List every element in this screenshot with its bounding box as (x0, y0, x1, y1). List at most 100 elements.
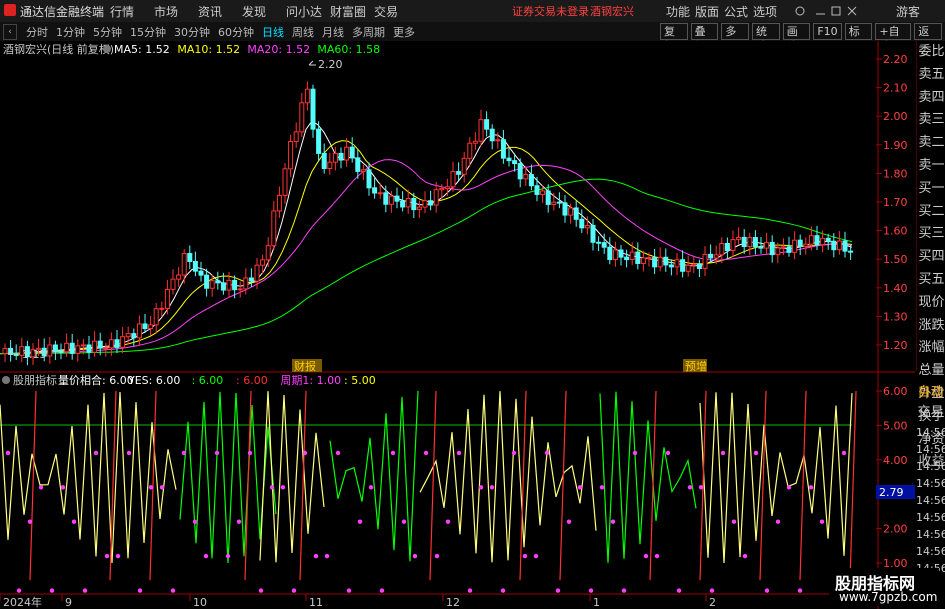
ma-settings-icon[interactable] (103, 45, 111, 53)
mark-button[interactable]: 标记 (844, 23, 873, 53)
side-tab-14[interactable]: 总量 (917, 360, 945, 383)
f10-button[interactable]: F10 (813, 23, 842, 40)
adjust-button[interactable]: 复权 (660, 23, 688, 53)
price-tick-label: 1.50 (883, 253, 908, 266)
guest-label[interactable]: 游客 (896, 3, 920, 20)
candle-body (344, 146, 350, 161)
candle-body (416, 206, 422, 211)
menu-item-market[interactable]: 市场 (154, 3, 198, 20)
candle-body (495, 139, 501, 142)
nav-left-button[interactable]: ‹ (3, 24, 17, 40)
candle-body (120, 336, 126, 348)
side-tab-7[interactable]: 买二 (917, 201, 945, 224)
indicator-dot (104, 553, 110, 559)
indicator-dot (159, 485, 165, 490)
side-tab-auto[interactable]: 自动 (916, 383, 945, 403)
candle-body (204, 274, 210, 289)
indicator-dot (467, 588, 473, 593)
login-notice[interactable]: 证券交易未登录 (512, 3, 589, 19)
menu-item-discover[interactable]: 发现 (242, 3, 286, 20)
candle-body (696, 263, 702, 269)
candle-body (103, 347, 109, 350)
indicator-dot (676, 588, 682, 593)
stock-chart[interactable]: 酒钢宏兴(日线 前复权) MA5: 1.52 MA10: 1.52 MA20: 1.… (0, 41, 915, 609)
candle-body (243, 277, 249, 290)
watermark-url: www.7gpzb.com (839, 590, 938, 604)
tab-daily[interactable]: 日线 (258, 24, 288, 40)
side-tab-8[interactable]: 买三 (917, 223, 945, 246)
candle-body (769, 241, 775, 256)
candle-body (820, 237, 826, 246)
indicator-dot (346, 588, 352, 593)
candle-body (607, 246, 613, 261)
trade-time-list: 14:56 14:56 14:56 14:56 14:56 14:56 14:56 14:56… (916, 424, 945, 577)
price-tick-label: 2.20 (883, 53, 908, 66)
side-tab-9[interactable]: 买四 (917, 246, 945, 269)
stats-button[interactable]: 统计 (752, 23, 780, 53)
ma-legend-ma20: MA20: 1.52 (247, 43, 310, 56)
trade-time: 14:56 (916, 545, 945, 558)
menu-item-trade[interactable]: 交易 (374, 3, 418, 20)
tab-5min[interactable]: 5分钟 (89, 24, 126, 40)
indicator-dot (5, 450, 11, 456)
menu-item-function[interactable]: 功能 (666, 3, 695, 20)
candle-body (629, 251, 635, 261)
candle-body (612, 249, 618, 261)
price-tick-label: 2.10 (883, 82, 908, 95)
indicator-dot (49, 588, 55, 593)
side-tab-10[interactable]: 买五 (917, 269, 945, 292)
tab-1min[interactable]: 1分钟 (52, 24, 89, 40)
side-tab-0[interactable]: 委比 (917, 41, 945, 64)
candle-body (646, 257, 652, 260)
menu-item-options[interactable]: 选项 (753, 3, 782, 20)
side-tab-1[interactable]: 卖五 (917, 64, 945, 87)
indicator-dot (379, 588, 385, 593)
tab-more[interactable]: 更多 (389, 24, 419, 40)
tab-weekly[interactable]: 周线 (288, 24, 318, 40)
side-tab-5[interactable]: 卖一 (917, 155, 945, 178)
candle-body (780, 246, 786, 249)
indicator-settings-icon[interactable] (2, 376, 10, 384)
multi-stock-button[interactable]: 多股 (721, 23, 750, 53)
tab-15min[interactable]: 15分钟 (126, 24, 170, 40)
candle-body (596, 241, 602, 244)
tab-timeshare[interactable]: 分时 (22, 24, 52, 40)
side-tab-3[interactable]: 卖三 (917, 109, 945, 132)
back-button[interactable]: 返回 (914, 23, 942, 53)
add-watchlist-button[interactable]: +自选 (875, 23, 912, 53)
side-tab-6[interactable]: 买一 (917, 178, 945, 201)
maximize-icon[interactable] (831, 6, 841, 16)
menu-item-formula[interactable]: 公式 (724, 3, 753, 20)
indicator-dot (115, 553, 121, 559)
close-icon[interactable] (847, 6, 857, 16)
menu-item-layout[interactable]: 版面 (695, 3, 724, 20)
side-tab-trade[interactable]: 交易 (916, 403, 945, 423)
candle-body (831, 240, 837, 251)
candle-body (170, 278, 176, 290)
candle-body (75, 345, 81, 354)
side-tab-11[interactable]: 现价 (917, 292, 945, 315)
menu-item-ask[interactable]: 问小达 (286, 3, 330, 20)
tab-30min[interactable]: 30分钟 (170, 24, 214, 40)
indicator-dot (60, 485, 66, 490)
tab-monthly[interactable]: 月线 (318, 24, 348, 40)
indicator-current-value: 2.79 (879, 486, 904, 499)
candle-body (808, 235, 814, 245)
tab-multi-period[interactable]: 多周期 (348, 24, 389, 40)
side-tab-2[interactable]: 卖四 (917, 87, 945, 110)
candle-body (713, 254, 719, 259)
overlay-button[interactable]: 叠加 (690, 23, 719, 53)
side-tab-4[interactable]: 卖二 (917, 132, 945, 155)
indicator-dot (214, 450, 220, 456)
menu-item-market-quote[interactable]: 行情 (110, 3, 154, 20)
settings-icon[interactable] (795, 6, 805, 16)
tab-60min[interactable]: 60分钟 (214, 24, 258, 40)
side-tab-12[interactable]: 涨跌 (917, 315, 945, 338)
menu-item-wealth[interactable]: 财富圈 (330, 3, 374, 20)
candle-body (792, 239, 798, 253)
menu-item-news[interactable]: 资讯 (198, 3, 242, 20)
draw-line-button[interactable]: 画线 (782, 23, 811, 53)
candle-body (372, 187, 378, 194)
side-tab-13[interactable]: 涨幅 (917, 337, 945, 360)
indicator-dot (258, 588, 264, 593)
